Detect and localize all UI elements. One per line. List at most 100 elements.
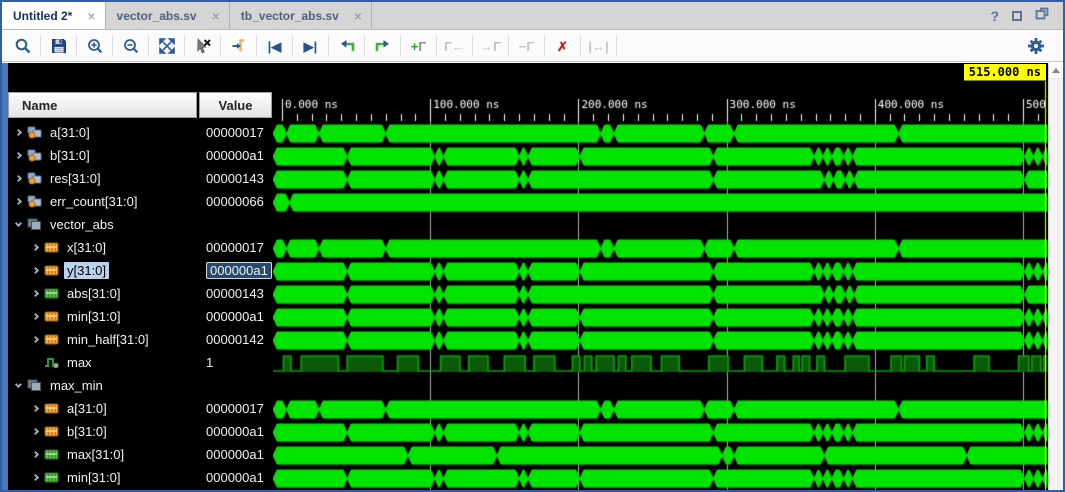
expand-icon[interactable] [29,245,42,250]
signal-row-b2[interactable]: b[31:0]000000a1 [8,420,273,443]
signal-value-cell: 00000066 [199,194,264,209]
previous-transition-button[interactable]: |◀ [261,33,288,59]
signal-name-cell[interactable]: min[31:0] [8,308,199,325]
chevron-down-icon [15,219,22,226]
toolbar-separator [148,36,149,56]
signal-name-cell[interactable]: res[31:0] [8,170,199,187]
next-marker-button[interactable]: →Γ [477,33,504,59]
signal-name-cell[interactable]: abs[31:0] [8,285,199,302]
signal-row-a2[interactable]: a[31:0]00000017 [8,397,273,420]
signal-name-cell[interactable]: y[31:0] [8,262,199,279]
swap-cursors-button[interactable]: |↔| [585,33,612,59]
go-to-time-button[interactable] [225,33,252,59]
float-icon[interactable] [1035,7,1049,25]
snap-off-button[interactable] [189,33,216,59]
add-marker-button[interactable]: +Γ [405,33,432,59]
vertical-scrollbar[interactable] [1048,63,1063,490]
signal-value-cell: 000000a1 [199,424,264,439]
signal-row-abs[interactable]: abs[31:0]00000143 [8,282,273,305]
bus-top-icon [27,195,42,208]
zoom-in-button[interactable] [81,33,108,59]
tab-tb-vector-abs-sv[interactable]: tb_vector_abs.sv× [230,2,372,29]
signal-name-cell[interactable]: b[31:0] [8,423,199,440]
chevron-right-icon [32,267,39,274]
signal-row-min[interactable]: min[31:0]000000a1 [8,305,273,328]
chevron-right-icon [15,198,22,205]
expand-icon[interactable] [12,176,25,181]
tab-untitled-2[interactable]: Untitled 2*× [2,2,106,29]
signal-row-res[interactable]: res[31:0]00000143 [8,167,273,190]
expand-icon[interactable] [29,475,42,480]
expand-icon[interactable] [12,153,25,158]
signal-name-cell[interactable]: max[31:0] [8,446,199,463]
group-icon [27,218,42,231]
next-transition-button[interactable]: ▶| [297,33,324,59]
signal-name: res[31:0] [47,170,104,187]
bus-green-icon [44,471,59,484]
previous-marker-button[interactable]: Γ← [441,33,468,59]
signal-value: 00000017 [206,240,264,255]
expand-icon[interactable] [29,314,42,319]
zoom-out-button[interactable] [117,33,144,59]
signal-name-cell[interactable]: a[31:0] [8,124,199,141]
scroll-up-button[interactable] [1049,63,1063,79]
signal-value-cell: 00000017 [199,401,264,416]
signal-name-cell[interactable]: max_min [8,377,199,394]
expand-icon[interactable] [12,385,25,387]
signal-row-max_min[interactable]: max_min [8,374,273,397]
signal-name-cell[interactable]: min[31:0] [8,469,199,486]
tab-vector-abs-sv[interactable]: vector_abs.sv× [106,2,230,29]
signal-row-a[interactable]: a[31:0]00000017 [8,121,273,144]
gear-icon [1027,37,1045,55]
close-tab-icon[interactable]: × [212,9,220,23]
signal-name-cell[interactable]: min_half[31:0] [8,331,199,348]
signal-row-y[interactable]: y[31:0]000000a1 [8,259,273,282]
toolbar-separator [472,36,473,56]
signal-row-max2[interactable]: max[31:0]000000a1 [8,443,273,466]
value-column-header[interactable]: Value [199,92,272,118]
bus-orange-icon [44,310,59,323]
expand-icon[interactable] [12,130,25,135]
signal-name: min[31:0] [64,469,123,486]
signal-name-cell[interactable]: err_count[31:0] [8,193,199,210]
signal-row-min_half[interactable]: min_half[31:0]00000142 [8,328,273,351]
expand-icon[interactable] [29,291,42,296]
help-icon[interactable]: ? [990,8,999,24]
remove-marker-button[interactable]: −Γ [513,33,540,59]
expand-icon[interactable] [29,337,42,342]
signal-row-vector_abs[interactable]: vector_abs [8,213,273,236]
expand-icon[interactable] [29,406,42,411]
signal-name-cell[interactable]: vector_abs [8,216,199,233]
delete-button[interactable]: ✗ [549,33,576,59]
signal-row-b[interactable]: b[31:0]000000a1 [8,144,273,167]
close-tab-icon[interactable]: × [354,9,362,23]
signal-row-min2[interactable]: min[31:0]000000a1 [8,466,273,489]
zoom-fit-button[interactable] [153,33,180,59]
expand-icon[interactable] [29,268,42,273]
bus-top-icon [27,126,42,139]
signal-name-cell[interactable]: x[31:0] [8,239,199,256]
signal-name-cell[interactable]: a[31:0] [8,400,199,417]
maximize-icon[interactable] [1012,11,1022,21]
signal-row-err_count[interactable]: err_count[31:0]00000066 [8,190,273,213]
signal-name-cell[interactable]: max [8,354,199,371]
previous-edge-button[interactable] [333,33,360,59]
expand-icon[interactable] [29,452,42,457]
chevron-right-icon [15,152,22,159]
signal-row-max[interactable]: max1 [8,351,273,374]
next-edge-button[interactable] [369,33,396,59]
close-tab-icon[interactable]: × [87,9,95,23]
signal-name-cell[interactable]: b[31:0] [8,147,199,164]
expand-icon[interactable] [12,199,25,204]
expand-icon[interactable] [12,224,25,226]
chevron-right-icon [32,474,39,481]
zoom-search-button[interactable] [9,33,36,59]
settings-button[interactable] [1022,33,1049,59]
expand-icon[interactable] [29,429,42,434]
save-waveform-button[interactable] [45,33,72,59]
chevron-right-icon [32,428,39,435]
waveform-canvas[interactable] [273,63,1047,490]
signal-row-x[interactable]: x[31:0] 00000017 [8,236,273,259]
name-column-header[interactable]: Name [8,92,197,118]
button-glyph: Γ← [444,40,465,53]
